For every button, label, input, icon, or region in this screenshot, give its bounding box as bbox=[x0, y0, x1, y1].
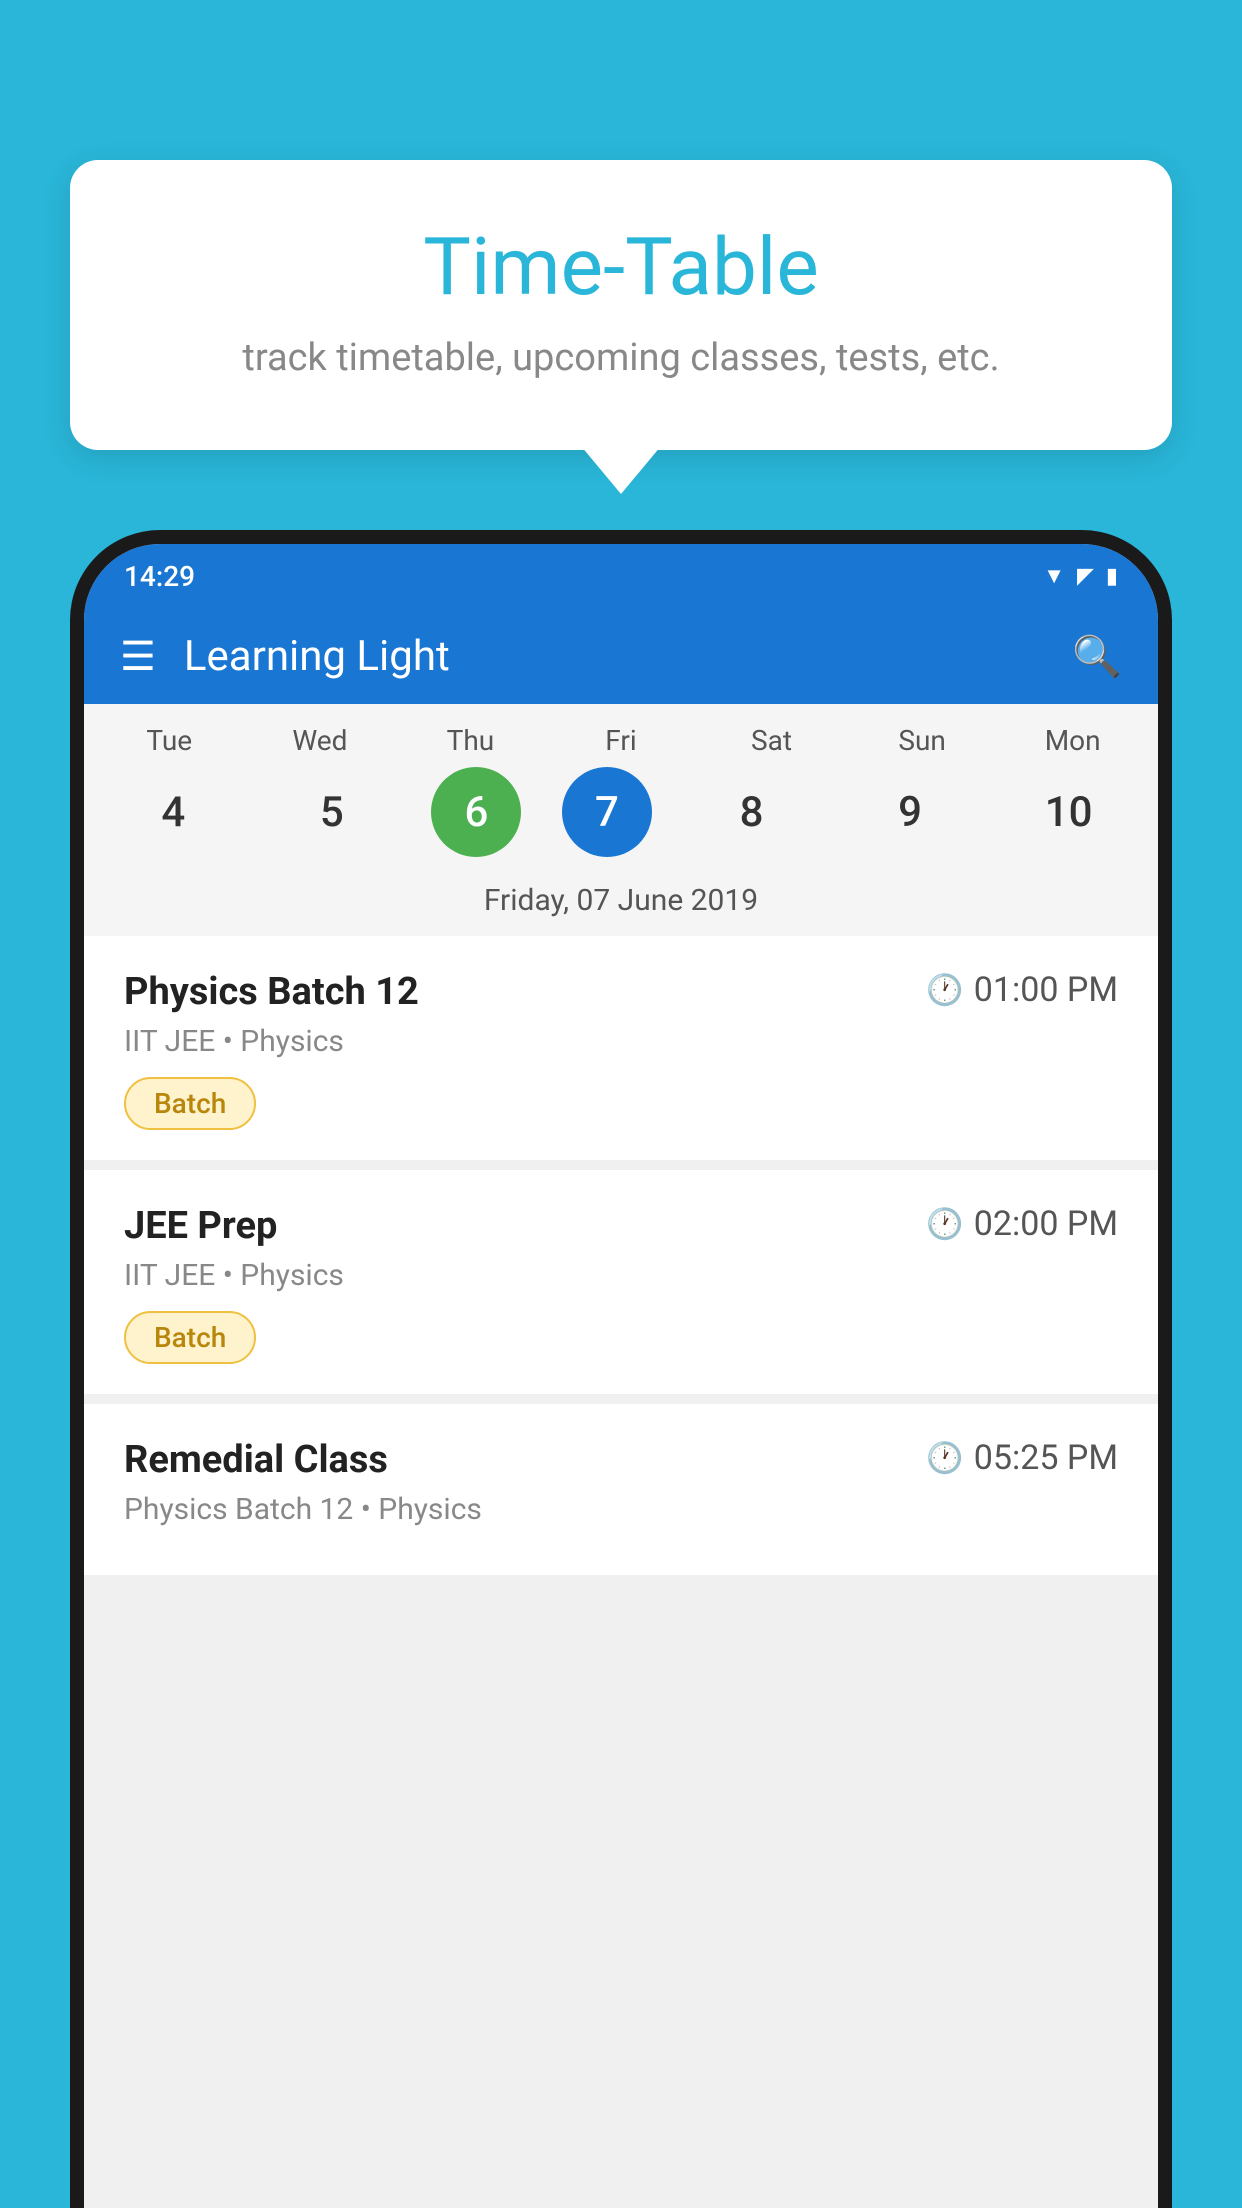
day-numbers: 4 5 6 7 8 9 10 bbox=[84, 767, 1158, 873]
day-9[interactable]: 9 bbox=[851, 767, 969, 857]
app-bar-title: Learning Light bbox=[184, 632, 1072, 681]
calendar-strip: Tue Wed Thu Fri Sat Sun Mon 4 5 6 7 8 9 … bbox=[84, 704, 1158, 936]
class-time-3: 🕐 05:25 PM bbox=[926, 1438, 1118, 1478]
phone-frame: 14:29 ▼ ◤ ▮ ☰ Learning Light 🔍 Tue Wed T… bbox=[70, 530, 1172, 2208]
class-card-2[interactable]: JEE Prep 🕐 02:00 PM IIT JEE • Physics Ba… bbox=[84, 1170, 1158, 1394]
class-time-2: 🕐 02:00 PM bbox=[926, 1204, 1118, 1244]
class-card-1[interactable]: Physics Batch 12 🕐 01:00 PM IIT JEE • Ph… bbox=[84, 936, 1158, 1160]
day-header-sat: Sat bbox=[713, 724, 831, 757]
tooltip-title: Time-Table bbox=[150, 220, 1092, 314]
day-header-tue: Tue bbox=[110, 724, 228, 757]
phone-inner: 14:29 ▼ ◤ ▮ ☰ Learning Light 🔍 Tue Wed T… bbox=[84, 544, 1158, 2208]
selected-date-label: Friday, 07 June 2019 bbox=[84, 873, 1158, 936]
class-name-3: Remedial Class bbox=[124, 1438, 388, 1482]
day-10[interactable]: 10 bbox=[1010, 767, 1128, 857]
day-header-mon: Mon bbox=[1014, 724, 1132, 757]
wifi-icon: ▼ bbox=[1043, 563, 1065, 589]
class-card-1-header: Physics Batch 12 🕐 01:00 PM bbox=[124, 970, 1118, 1014]
day-header-fri: Fri bbox=[562, 724, 680, 757]
class-card-2-header: JEE Prep 🕐 02:00 PM bbox=[124, 1204, 1118, 1248]
battery-icon: ▮ bbox=[1106, 564, 1118, 589]
status-icons: ▼ ◤ ▮ bbox=[1043, 563, 1118, 589]
class-time-label-1: 01:00 PM bbox=[974, 970, 1118, 1010]
day-headers: Tue Wed Thu Fri Sat Sun Mon bbox=[84, 724, 1158, 767]
class-subject-3: Physics Batch 12 • Physics bbox=[124, 1492, 1118, 1527]
class-subject-2: IIT JEE • Physics bbox=[124, 1258, 1118, 1293]
status-bar: 14:29 ▼ ◤ ▮ bbox=[84, 544, 1158, 608]
class-subject-1: IIT JEE • Physics bbox=[124, 1024, 1118, 1059]
class-name-1: Physics Batch 12 bbox=[124, 970, 419, 1014]
class-card-3[interactable]: Remedial Class 🕐 05:25 PM Physics Batch … bbox=[84, 1404, 1158, 1575]
batch-badge-2: Batch bbox=[124, 1311, 256, 1364]
day-5[interactable]: 5 bbox=[273, 767, 391, 857]
day-header-thu: Thu bbox=[411, 724, 529, 757]
signal-icon: ◤ bbox=[1077, 564, 1094, 589]
class-card-3-header: Remedial Class 🕐 05:25 PM bbox=[124, 1438, 1118, 1482]
app-bar: ☰ Learning Light 🔍 bbox=[84, 608, 1158, 704]
class-list: Physics Batch 12 🕐 01:00 PM IIT JEE • Ph… bbox=[84, 936, 1158, 1575]
tooltip-subtitle: track timetable, upcoming classes, tests… bbox=[150, 336, 1092, 380]
menu-icon[interactable]: ☰ bbox=[120, 633, 156, 680]
class-time-label-3: 05:25 PM bbox=[974, 1438, 1118, 1478]
batch-badge-1: Batch bbox=[124, 1077, 256, 1130]
day-header-sun: Sun bbox=[863, 724, 981, 757]
day-8[interactable]: 8 bbox=[693, 767, 811, 857]
day-4[interactable]: 4 bbox=[114, 767, 232, 857]
day-header-wed: Wed bbox=[261, 724, 379, 757]
class-time-label-2: 02:00 PM bbox=[974, 1204, 1118, 1244]
search-icon[interactable]: 🔍 bbox=[1072, 633, 1122, 680]
clock-icon-3: 🕐 bbox=[926, 1441, 963, 1476]
day-6-today[interactable]: 6 bbox=[431, 767, 521, 857]
class-name-2: JEE Prep bbox=[124, 1204, 277, 1248]
day-7-selected[interactable]: 7 bbox=[562, 767, 652, 857]
clock-icon-1: 🕐 bbox=[926, 973, 963, 1008]
status-time: 14:29 bbox=[124, 560, 195, 593]
class-time-1: 🕐 01:00 PM bbox=[926, 970, 1118, 1010]
tooltip-card: Time-Table track timetable, upcoming cla… bbox=[70, 160, 1172, 450]
clock-icon-2: 🕐 bbox=[926, 1207, 963, 1242]
